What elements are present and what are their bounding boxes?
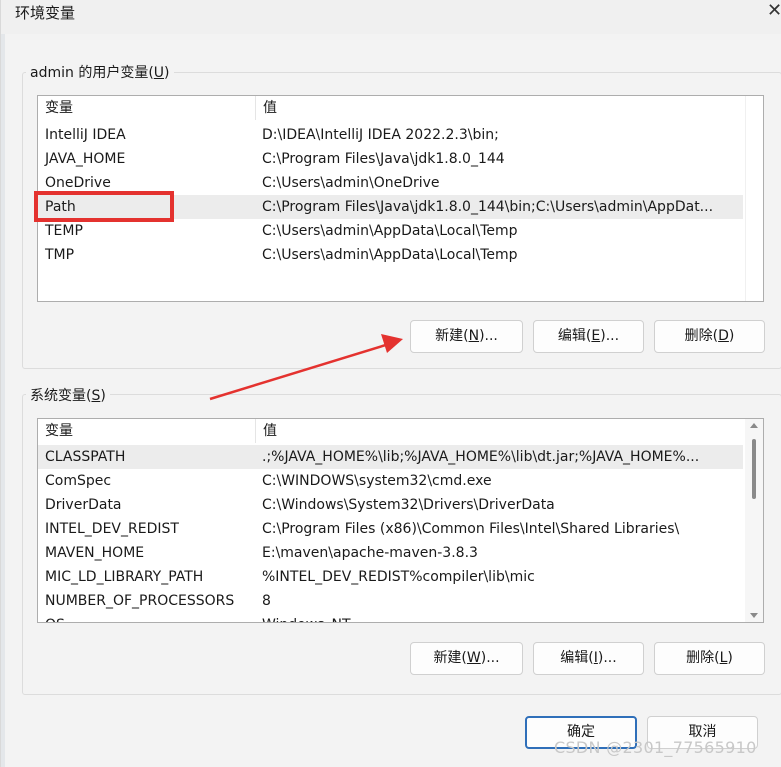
environment-variables-dialog: 环境变量 ✕ admin 的用户变量(U) 变量 值 IntelliJ IDEA… bbox=[0, 0, 781, 767]
annotation-arrow-icon bbox=[209, 334, 403, 401]
watermark: CSDN @2301_77565910 bbox=[554, 738, 757, 757]
